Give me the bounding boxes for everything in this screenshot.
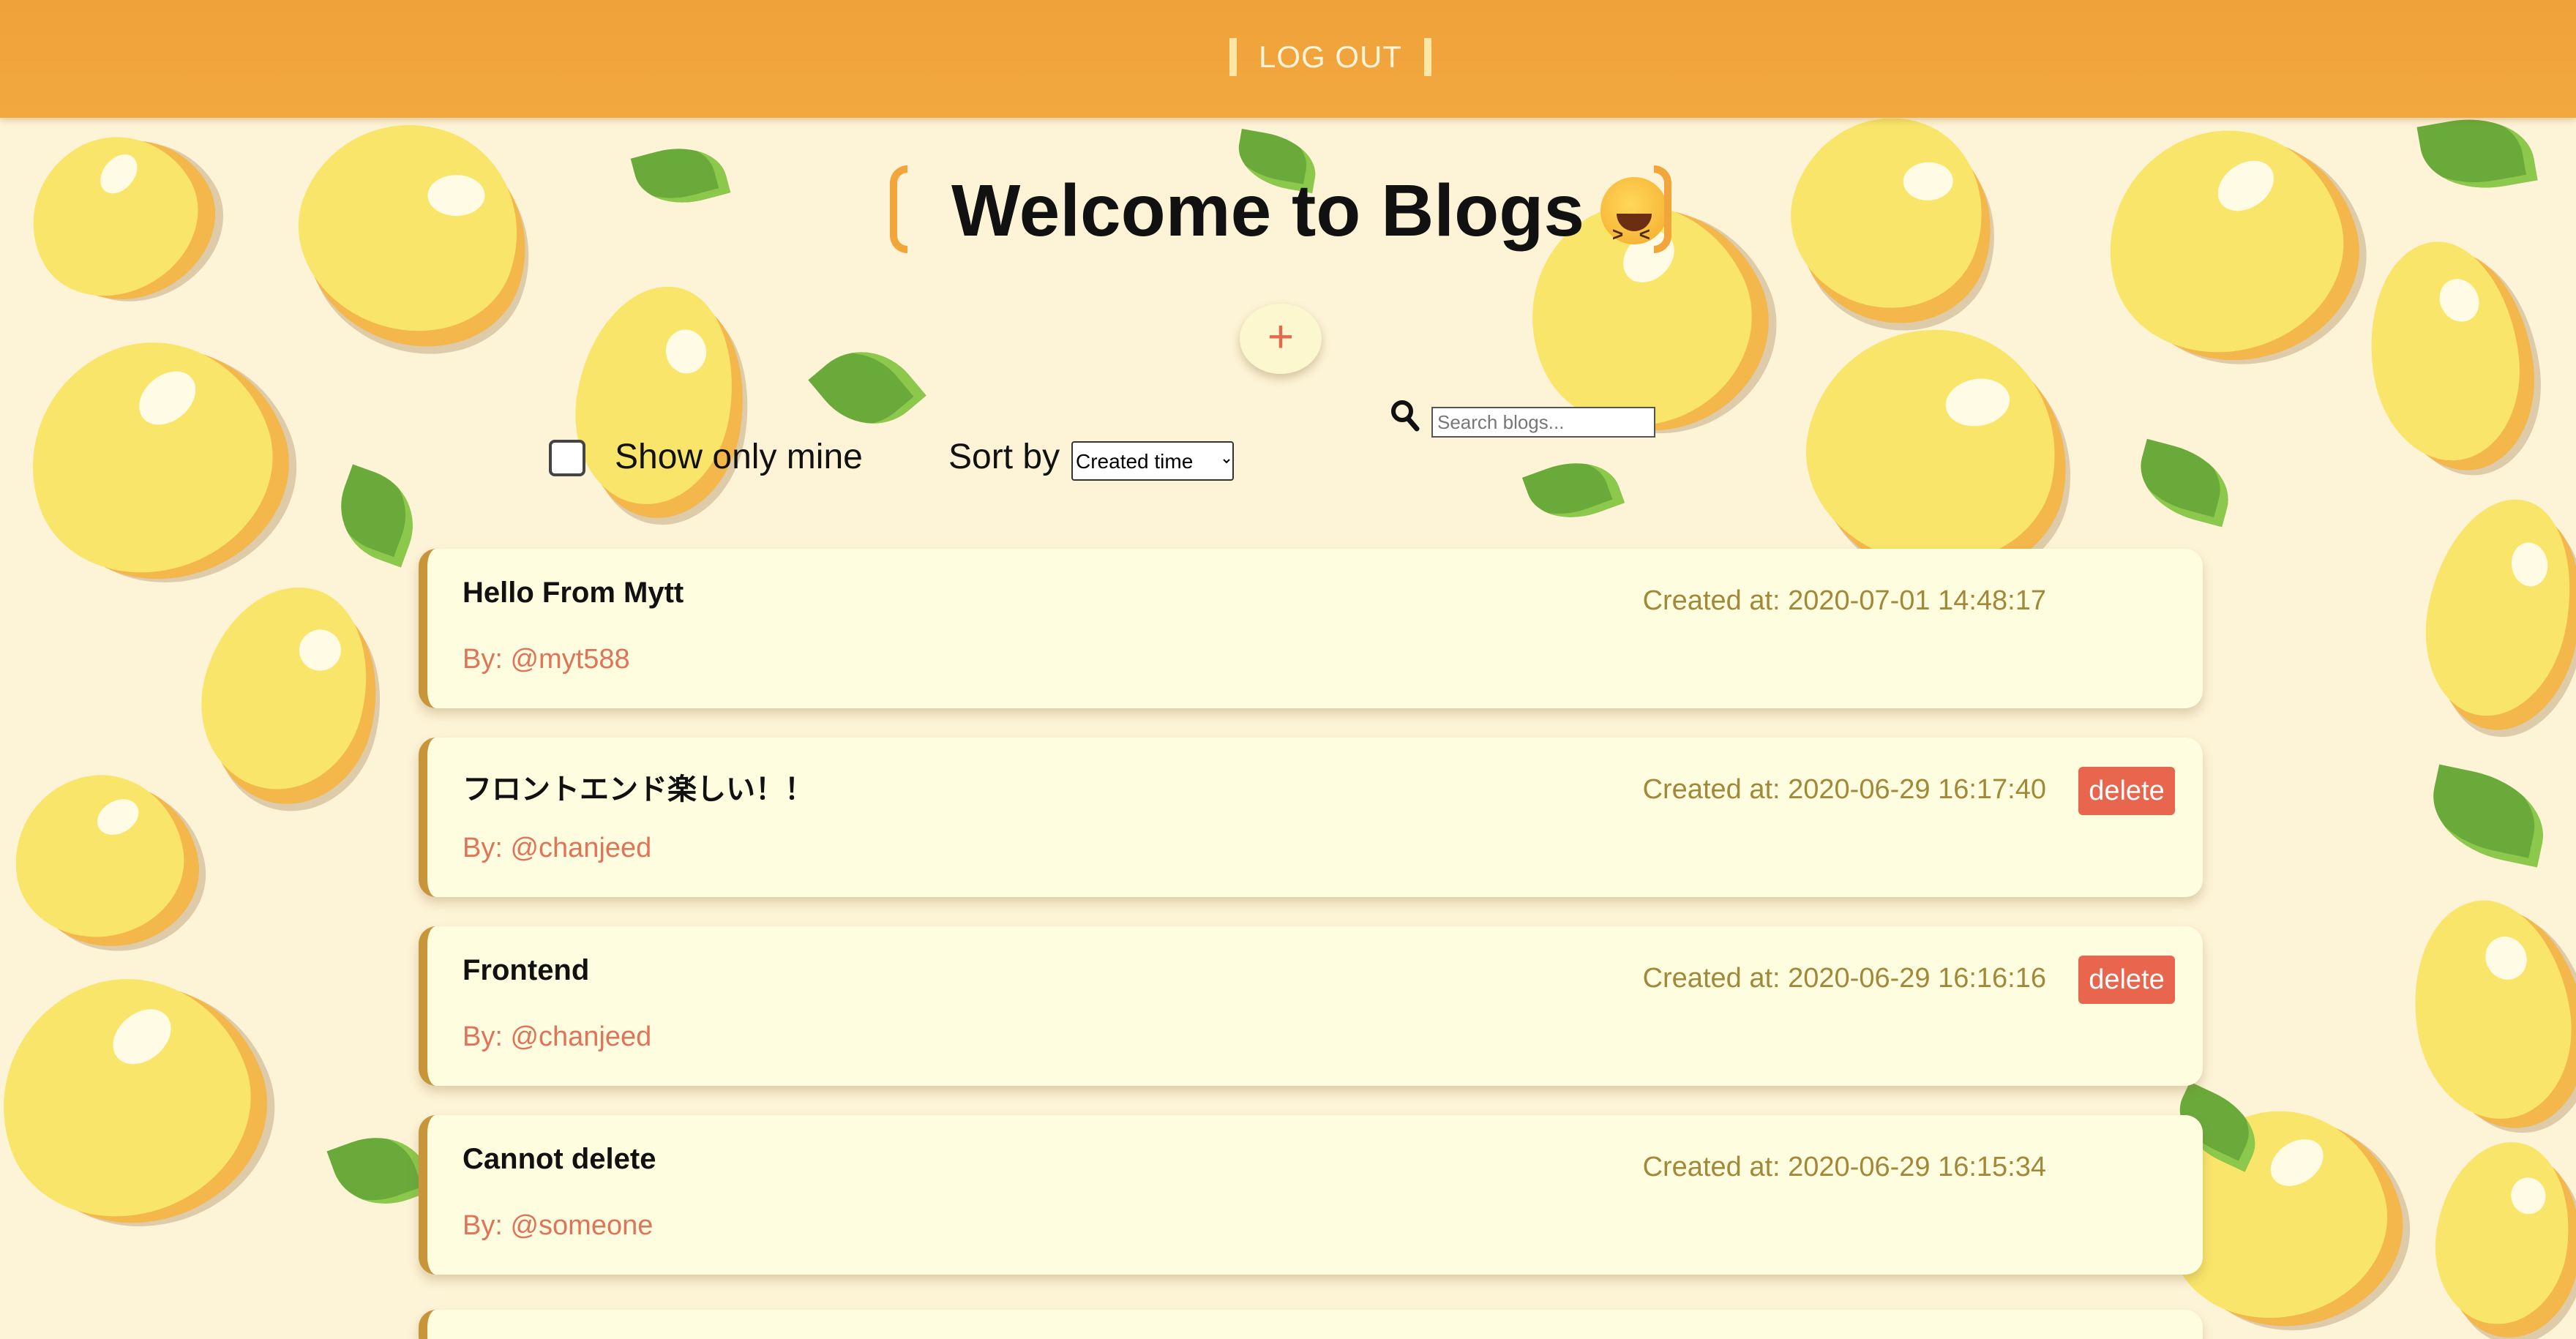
leaf-decoration — [808, 328, 926, 448]
sort-by-select[interactable]: Created time — [1071, 441, 1234, 481]
leaf-decoration — [2416, 108, 2538, 200]
blog-title[interactable]: Hello From Mytt — [463, 577, 684, 610]
delete-button[interactable]: delete — [2078, 956, 2175, 1004]
blog-title[interactable]: Cannot delete — [463, 1143, 656, 1176]
lemon-decoration — [181, 568, 390, 808]
leaf-decoration — [1521, 447, 1625, 533]
show-only-mine-label: Show only mine — [615, 438, 863, 476]
page-title-text: Welcome to Blogs — [951, 170, 1584, 252]
add-blog-button[interactable]: + — [1240, 304, 1322, 374]
search-icon — [1391, 400, 1420, 432]
blog-author: By: @someone — [463, 1210, 654, 1241]
leaf-decoration — [2422, 764, 2554, 868]
lemon-decoration — [2408, 485, 2576, 729]
blog-author: By: @myt588 — [463, 644, 630, 675]
blog-title[interactable]: Frontend — [463, 954, 589, 987]
blog-card[interactable]: Frontend By: @chanjeed Created at: 2020-… — [419, 926, 2203, 1086]
blog-card[interactable]: Cannot delete By: @someone Created at: 2… — [419, 1115, 2203, 1275]
title-bracket-right — [1654, 165, 1671, 253]
leaf-decoration — [325, 464, 429, 568]
blog-created-at: Created at: 2020-06-29 16:15:34 — [1642, 1152, 2046, 1182]
lemon-decoration — [1, 762, 196, 950]
blog-card[interactable]: フロントエンド楽しい！！ By: @chanjeed Created at: 2… — [419, 738, 2203, 897]
blog-title[interactable]: フロントエンド楽しい！！ — [463, 765, 814, 808]
lemon-decoration — [0, 309, 303, 606]
sort-by-label: Sort by — [948, 438, 1060, 476]
lemon-decoration — [560, 274, 750, 517]
leaf-decoration — [2130, 438, 2239, 528]
search-input[interactable] — [1431, 407, 1655, 438]
blog-card[interactable]: Hello From Mytt By: @myt588 Created at: … — [419, 549, 2203, 708]
title-bracket-left — [890, 165, 907, 253]
lemon-decoration — [2083, 105, 2367, 378]
blog-card-partial[interactable] — [419, 1310, 2203, 1339]
blog-created-at: Created at: 2020-07-01 14:48:17 — [1642, 585, 2046, 616]
blog-created-at: Created at: 2020-06-29 16:16:16 — [1642, 963, 2046, 994]
lemon-decoration — [2356, 232, 2532, 470]
lemon-decoration — [0, 945, 282, 1250]
page-title-frame: Welcome to Blogs — [890, 162, 1671, 278]
blog-author: By: @chanjeed — [463, 1021, 652, 1052]
page-title: Welcome to Blogs — [951, 167, 1668, 278]
logout-button[interactable]: LOG OUT — [1229, 38, 1432, 76]
blog-author: By: @chanjeed — [463, 833, 652, 863]
lemon-decoration — [1, 107, 225, 325]
blog-created-at: Created at: 2020-06-29 16:17:40 — [1642, 774, 2046, 805]
lemon-decoration — [1789, 309, 2075, 584]
lemon-decoration — [1768, 92, 2008, 332]
delete-button[interactable]: delete — [2078, 767, 2175, 815]
leaf-decoration — [630, 135, 731, 216]
lemon-decoration — [272, 93, 548, 361]
lemon-decoration — [2425, 1133, 2576, 1333]
show-only-mine-checkbox[interactable] — [549, 440, 585, 476]
top-bar: LOG OUT — [0, 0, 2576, 118]
lemon-decoration — [2397, 888, 2576, 1131]
